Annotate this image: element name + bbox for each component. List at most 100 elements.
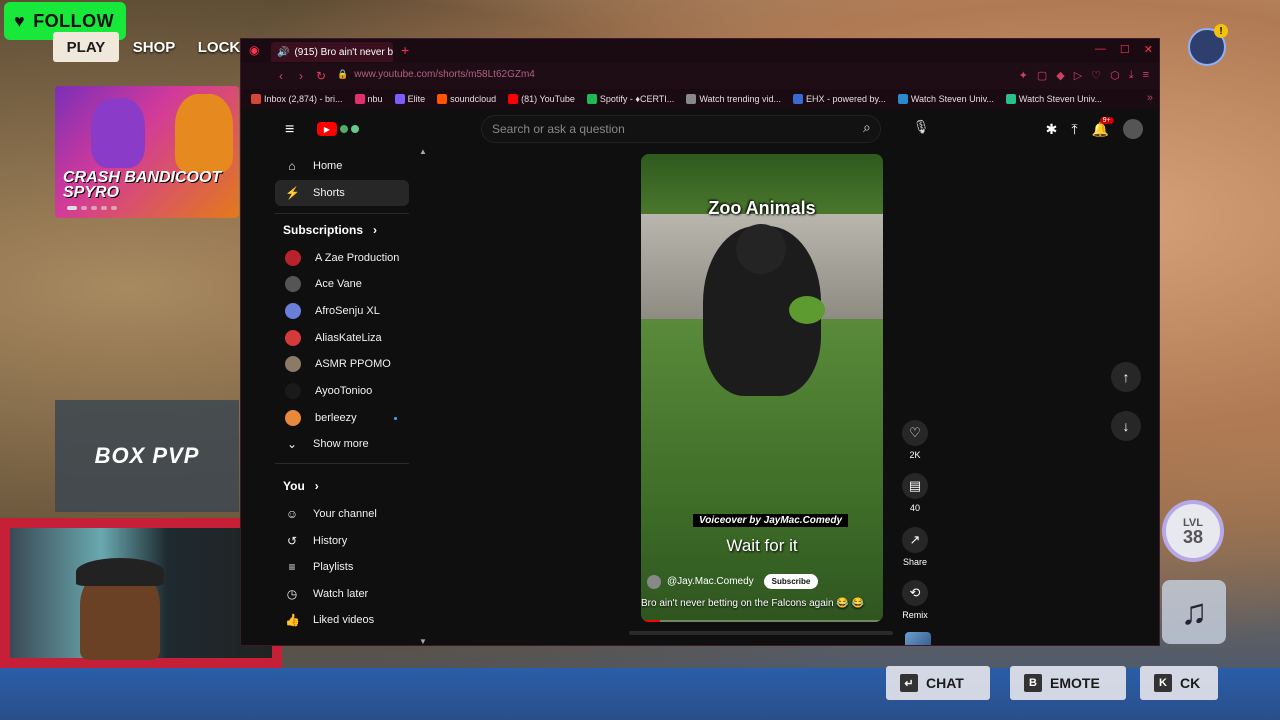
you-heading[interactable]: You › <box>283 479 319 493</box>
back-button[interactable]: K CK <box>1140 666 1218 700</box>
sidebar-item-subscription[interactable]: ASMR PPOMO <box>275 351 409 377</box>
channel-name[interactable]: @Jay.Mac.Comedy <box>667 576 754 587</box>
heart-icon: ♥ <box>14 10 26 31</box>
shield-icon[interactable]: ◆ <box>1056 69 1064 82</box>
bookmark[interactable]: (81) YouTube <box>502 94 581 104</box>
play-icon[interactable]: ▷ <box>1074 69 1082 82</box>
share-button[interactable]: ↗ Share <box>895 527 935 567</box>
emote-button[interactable]: B EMOTE <box>1010 666 1126 700</box>
game-tab-play[interactable]: PLAY <box>53 32 119 62</box>
next-short-arrow-icon[interactable]: ↓ <box>1111 411 1141 441</box>
bookmark[interactable]: Watch Steven Univ... <box>1000 94 1108 104</box>
subscribe-button[interactable]: Subscribe <box>763 574 819 589</box>
sidebar-item-label: Watch later <box>313 588 369 600</box>
subscriptions-heading[interactable]: Subscriptions › <box>283 223 377 237</box>
chat-button[interactable]: ↵ CHAT <box>886 666 990 700</box>
sidebar-item-subscription[interactable]: A Zae Production <box>275 245 409 271</box>
box-pvp-tile[interactable]: BOX PVP <box>55 400 239 512</box>
remix-button[interactable]: ⟲ Remix <box>895 580 935 620</box>
spyro-character <box>91 98 145 168</box>
heart-icon: ♡ <box>902 420 928 446</box>
comments-button[interactable]: ▤ 40 <box>895 473 935 513</box>
bookmark[interactable]: soundcloud <box>431 94 502 104</box>
youtube-logo[interactable]: ▶ <box>317 121 377 137</box>
hamburger-menu-icon[interactable]: ≡ <box>285 121 299 139</box>
channel-avatar <box>285 383 301 399</box>
previous-short-arrow-icon[interactable]: ↑ <box>1111 362 1141 392</box>
header-actions: ✱ ⤒ 🔔 9+ <box>1046 116 1143 139</box>
sidebar-item-home[interactable]: ⌂ Home <box>275 153 409 179</box>
game-tab-shop[interactable]: SHOP <box>126 32 182 62</box>
like-button[interactable]: ♡ 2K <box>895 420 935 460</box>
sidebar-item-label: Liked videos <box>313 614 375 626</box>
sidebar-item-watch-later[interactable]: ◷ Watch later <box>275 581 409 607</box>
sidebar-item-shorts[interactable]: ⚡ Shorts <box>275 180 409 206</box>
more-bookmarks-icon[interactable]: » <box>1147 92 1153 104</box>
bookmark[interactable]: nbu <box>349 94 389 104</box>
menu-icon[interactable]: ≡ <box>1143 69 1149 82</box>
gear-icon[interactable]: ✱ <box>1046 121 1058 138</box>
screenshot-icon[interactable]: ▢ <box>1037 69 1047 82</box>
progress-bar[interactable] <box>641 620 883 622</box>
site-icon <box>897 94 908 104</box>
featured-banner[interactable]: CRASH BANDICOOT SPYRO <box>55 86 239 218</box>
back-arrow-icon[interactable]: ‹ <box>271 69 291 83</box>
sidebar-item-playlists[interactable]: ≡ Playlists <box>275 554 409 580</box>
bookmark[interactable]: Watch trending vid... <box>680 94 787 104</box>
scroll-up-icon[interactable]: ▲ <box>419 147 427 156</box>
progress-fill <box>641 620 661 622</box>
music-note-icon[interactable]: ♫ <box>1162 580 1226 644</box>
minimize-icon[interactable]: — <box>1095 43 1106 56</box>
reload-icon[interactable]: ↻ <box>311 69 331 83</box>
extension-icon[interactable]: ⬡ <box>1110 69 1120 82</box>
follow-label: FOLLOW <box>33 10 115 31</box>
bookmark[interactable]: Spotify - ♦CERTI... <box>581 94 680 104</box>
bookmark[interactable]: Elite <box>389 94 432 104</box>
leaves <box>789 296 825 324</box>
microphone-icon[interactable]: 🎙 <box>911 119 931 139</box>
audio-thumbnail[interactable] <box>905 632 931 645</box>
sidebar-item-subscription[interactable]: AliasKateLiza <box>275 325 409 351</box>
sidebar-item-subscription[interactable]: berleezy <box>275 405 409 431</box>
sidebar-item-liked-videos[interactable]: 👍 Liked videos <box>275 607 409 633</box>
forward-arrow-icon[interactable]: › <box>291 69 311 83</box>
pin-icon[interactable]: ✦ <box>1019 69 1028 82</box>
browser-tab[interactable]: 🔊 (915) Bro ain't never be <box>271 42 393 62</box>
level-badge: LVL 38 <box>1162 500 1224 562</box>
search-input[interactable]: Search or ask a question <box>481 115 881 143</box>
level-value: 38 <box>1182 527 1204 547</box>
share-label: Share <box>902 557 928 567</box>
upload-icon[interactable]: ⤒ <box>1071 121 1077 138</box>
sidebar-item-subscription[interactable]: AyooTonioo <box>275 378 409 404</box>
sidebar-item-subscription[interactable]: AfroSenju XL <box>275 298 409 324</box>
player-avatar[interactable]: ! <box>1188 24 1228 66</box>
maximize-icon[interactable]: ☐ <box>1120 43 1130 56</box>
sidebar-item-label: History <box>313 535 348 547</box>
gmail-icon <box>251 94 261 104</box>
short-video-player[interactable]: Zoo Animals Voiceover by JayMac.Comedy W… <box>641 154 883 622</box>
scroll-down-icon[interactable]: ▼ <box>419 637 427 645</box>
bookmark[interactable]: Watch Steven Univ... <box>892 94 1000 104</box>
download-icon[interactable]: ⤓ <box>1129 69 1134 82</box>
spotify-icon <box>586 94 597 104</box>
sidebar-item-label: Your channel <box>313 508 377 520</box>
comment-count: 40 <box>909 503 920 513</box>
sidebar-item-history[interactable]: ↺ History <box>275 528 409 554</box>
search-icon[interactable]: ⌕ <box>863 119 871 136</box>
game-tab-locker[interactable]: LOCK <box>194 32 244 62</box>
channel-avatar[interactable] <box>647 574 661 589</box>
soundcloud-icon <box>437 94 448 104</box>
account-avatar[interactable] <box>1123 119 1143 139</box>
sidebar-item-your-channel[interactable]: ☺ Your channel <box>275 501 409 527</box>
bookmark[interactable]: EHX - powered by... <box>787 94 892 104</box>
address-bar[interactable]: 🔒 www.youtube.com/shorts/m58Lt62GZm4 <box>337 69 535 80</box>
sidebar-item-subscription[interactable]: Ace Vane <box>275 271 409 297</box>
sidebar-item-label: AliasKateLiza <box>315 332 382 344</box>
show-more-button[interactable]: ⌄ Show more <box>275 431 409 457</box>
crash-character <box>175 94 233 172</box>
close-icon[interactable]: ✕ <box>1144 43 1153 56</box>
new-tab-icon[interactable]: + <box>401 42 409 58</box>
heart-icon[interactable]: ♡ <box>1091 69 1101 82</box>
bell-icon[interactable]: 🔔 9+ <box>1092 116 1114 138</box>
bookmark[interactable]: Inbox (2,874) - bri... <box>245 94 349 104</box>
